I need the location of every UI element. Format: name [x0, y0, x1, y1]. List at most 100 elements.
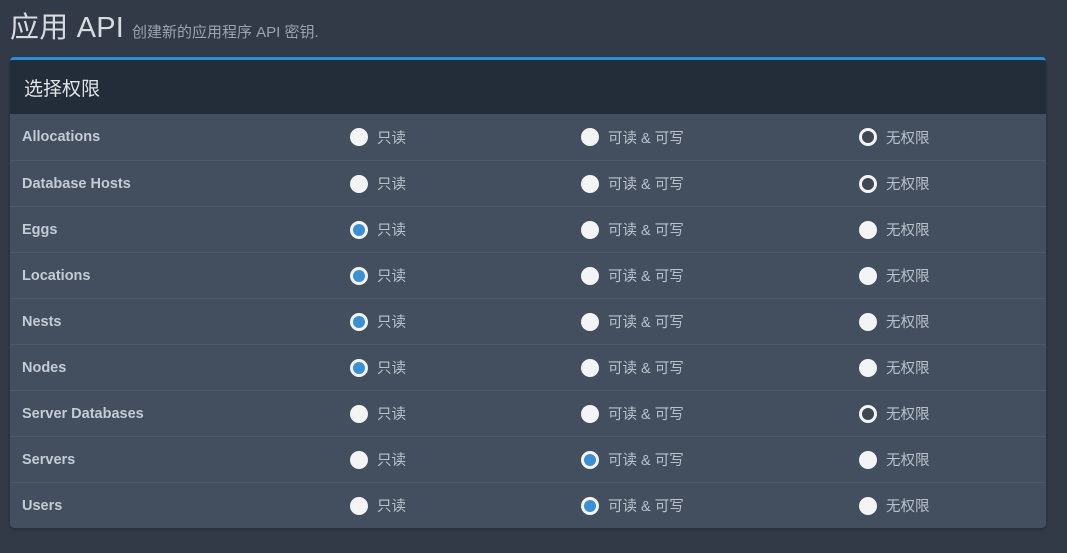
permission-option-label: 可读 & 可写	[608, 495, 684, 516]
radio-read-icon[interactable]	[350, 359, 368, 377]
permission-option-read_write[interactable]: 可读 & 可写	[581, 449, 859, 470]
permission-option-label: 无权限	[886, 311, 930, 332]
permission-option-none[interactable]: 无权限	[859, 449, 1039, 470]
permission-option-read[interactable]: 只读	[350, 265, 581, 286]
permission-option-read_write[interactable]: 可读 & 可写	[581, 265, 859, 286]
permission-option-read[interactable]: 只读	[350, 449, 581, 470]
radio-read-icon[interactable]	[350, 175, 368, 193]
radio-none-icon[interactable]	[859, 128, 877, 146]
select-permissions-card: 选择权限 Allocations只读可读 & 可写无权限Database Hos…	[10, 57, 1046, 528]
page-title: 应用 API	[10, 14, 124, 43]
radio-none-icon[interactable]	[859, 359, 877, 377]
permission-option-label: 无权限	[886, 265, 930, 286]
permission-row-label: Allocations	[10, 129, 350, 145]
radio-read-icon[interactable]	[350, 497, 368, 515]
permission-option-read_write[interactable]: 可读 & 可写	[581, 311, 859, 332]
permission-row: Nodes只读可读 & 可写无权限	[10, 344, 1046, 390]
permission-row: Locations只读可读 & 可写无权限	[10, 252, 1046, 298]
radio-read-icon[interactable]	[350, 313, 368, 331]
permission-option-read[interactable]: 只读	[350, 403, 581, 424]
permission-option-read[interactable]: 只读	[350, 127, 581, 148]
permission-option-none[interactable]: 无权限	[859, 311, 1039, 332]
permission-option-label: 无权限	[886, 219, 930, 240]
permission-option-label: 可读 & 可写	[608, 173, 684, 194]
radio-none-icon[interactable]	[859, 221, 877, 239]
permission-option-label: 只读	[377, 449, 406, 470]
permission-option-label: 可读 & 可写	[608, 449, 684, 470]
permission-row: Eggs 只读 可读 & 可写 无权限	[10, 206, 1046, 252]
permission-option-label: 只读	[377, 357, 406, 378]
page-header: 应用 API 创建新的应用程序 API 密钥.	[0, 0, 1067, 56]
radio-read_write-icon[interactable]	[581, 313, 599, 331]
radio-none-icon[interactable]	[859, 175, 877, 193]
permission-option-label: 可读 & 可写	[608, 357, 684, 378]
radio-read-icon[interactable]	[350, 451, 368, 469]
permission-row-label: Eggs	[10, 222, 350, 238]
permission-option-label: 只读	[377, 495, 406, 516]
permission-option-read_write[interactable]: 可读 & 可写	[581, 403, 859, 424]
card-header-title: 选择权限	[24, 74, 100, 101]
permission-row: Users 只读 可读 & 可写 无权限	[10, 482, 1046, 528]
permission-row-label: Nests	[10, 314, 350, 330]
permission-option-label: 无权限	[886, 449, 930, 470]
radio-read_write-icon[interactable]	[581, 175, 599, 193]
radio-read_write-icon[interactable]	[581, 497, 599, 515]
permission-option-read[interactable]: 只读	[350, 219, 581, 240]
radio-read_write-icon[interactable]	[581, 405, 599, 423]
permission-option-label: 只读	[377, 173, 406, 194]
permission-option-read_write[interactable]: 可读 & 可写	[581, 357, 859, 378]
permission-row: Allocations 只读 可读 & 可写 无权限	[10, 114, 1046, 160]
permission-option-none[interactable]: 无权限	[859, 265, 1039, 286]
permission-option-none[interactable]: 无权限	[859, 219, 1039, 240]
permission-option-read_write[interactable]: 可读 & 可写	[581, 127, 859, 148]
permission-option-none[interactable]: 无权限	[859, 495, 1039, 516]
permission-option-label: 只读	[377, 403, 406, 424]
permission-option-read_write[interactable]: 可读 & 可写	[581, 219, 859, 240]
radio-read_write-icon[interactable]	[581, 451, 599, 469]
radio-read-icon[interactable]	[350, 128, 368, 146]
permission-row: Nests 只读 可读 & 可写 无权限	[10, 298, 1046, 344]
permission-option-label: 无权限	[886, 495, 930, 516]
radio-none-icon[interactable]	[859, 405, 877, 423]
page-subtitle: 创建新的应用程序 API 密钥.	[132, 25, 319, 40]
radio-read_write-icon[interactable]	[581, 359, 599, 377]
permission-option-label: 只读	[377, 219, 406, 240]
permission-row-label: Users	[10, 498, 350, 514]
radio-read-icon[interactable]	[350, 221, 368, 239]
radio-read_write-icon[interactable]	[581, 128, 599, 146]
permission-option-none[interactable]: 无权限	[859, 357, 1039, 378]
permission-option-read[interactable]: 只读	[350, 495, 581, 516]
permission-row-label: Database Hosts	[10, 176, 350, 192]
permission-option-label: 可读 & 可写	[608, 127, 684, 148]
permission-row-label: Server Databases	[10, 406, 350, 422]
permission-option-read[interactable]: 只读	[350, 311, 581, 332]
permission-row: Server Databases 只读 可读 & 可写 无权限	[10, 390, 1046, 436]
permission-option-label: 只读	[377, 265, 406, 286]
permission-option-label: 可读 & 可写	[608, 219, 684, 240]
radio-read-icon[interactable]	[350, 267, 368, 285]
permission-option-label: 可读 & 可写	[608, 265, 684, 286]
radio-read_write-icon[interactable]	[581, 267, 599, 285]
permission-option-label: 无权限	[886, 127, 930, 148]
permission-option-read_write[interactable]: 可读 & 可写	[581, 173, 859, 194]
radio-read-icon[interactable]	[350, 405, 368, 423]
permissions-table: Allocations只读可读 & 可写无权限Database Hosts只读可…	[10, 114, 1046, 528]
permission-option-none[interactable]: 无权限	[859, 127, 1039, 148]
permission-option-none[interactable]: 无权限	[859, 403, 1039, 424]
permission-option-label: 只读	[377, 311, 406, 332]
radio-read_write-icon[interactable]	[581, 221, 599, 239]
radio-none-icon[interactable]	[859, 267, 877, 285]
permission-option-read[interactable]: 只读	[350, 357, 581, 378]
permission-row-label: Servers	[10, 452, 350, 468]
permission-option-label: 无权限	[886, 173, 930, 194]
permission-option-read[interactable]: 只读	[350, 173, 581, 194]
radio-none-icon[interactable]	[859, 313, 877, 331]
permission-option-none[interactable]: 无权限	[859, 173, 1039, 194]
permission-option-label: 无权限	[886, 403, 930, 424]
radio-none-icon[interactable]	[859, 451, 877, 469]
radio-none-icon[interactable]	[859, 497, 877, 515]
permission-row: Database Hosts 只读 可读 & 可写 无权限	[10, 160, 1046, 206]
permission-option-label: 无权限	[886, 357, 930, 378]
permission-option-label: 只读	[377, 127, 406, 148]
permission-option-read_write[interactable]: 可读 & 可写	[581, 495, 859, 516]
